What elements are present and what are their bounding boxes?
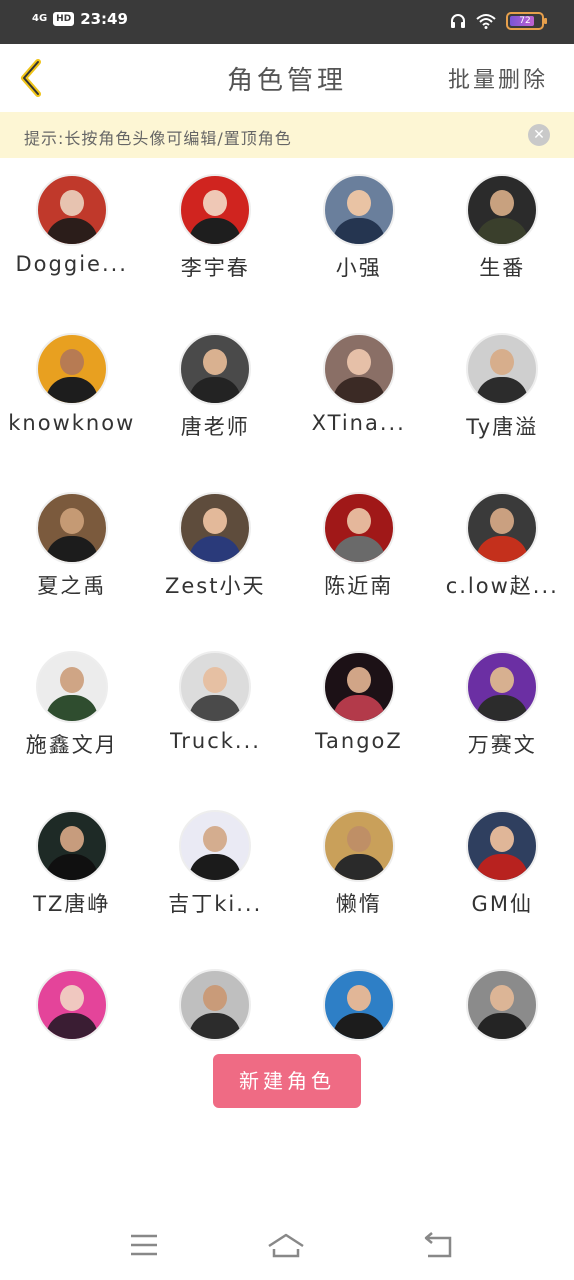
role-item[interactable]: Zest小天 — [144, 492, 288, 651]
role-name: 吉丁ki... — [168, 892, 263, 916]
tip-text: 提示:长按角色头像可编辑/置顶角色 — [24, 129, 292, 148]
avatar[interactable] — [35, 333, 108, 405]
avatar[interactable] — [179, 810, 252, 882]
back-icon[interactable] — [418, 1228, 458, 1262]
role-item[interactable]: Ty唐溢 — [431, 333, 574, 492]
avatar[interactable] — [35, 492, 108, 564]
role-item[interactable]: 唐老师 — [144, 333, 288, 492]
role-name: 施鑫文月 — [25, 733, 118, 757]
new-role-button[interactable]: 新建角色 — [213, 1054, 361, 1108]
role-name: 小强 — [335, 256, 382, 280]
headphones-icon — [451, 14, 465, 28]
hd-badge: HD — [53, 12, 75, 26]
role-item[interactable]: Doggie... — [0, 174, 144, 333]
avatar[interactable] — [322, 174, 395, 246]
role-item[interactable]: 夏之禹 — [0, 492, 144, 651]
avatar[interactable] — [35, 174, 108, 246]
avatar[interactable] — [466, 492, 539, 564]
batch-delete-button[interactable]: 批量删除 — [448, 62, 548, 94]
role-item[interactable]: 施鑫文月 — [0, 651, 144, 810]
avatar[interactable] — [466, 810, 539, 882]
avatar[interactable] — [322, 810, 395, 882]
role-item[interactable]: 小强 — [287, 174, 431, 333]
role-name: c.low赵... — [445, 574, 559, 598]
avatar[interactable] — [466, 651, 539, 723]
role-name: 生番 — [479, 256, 526, 280]
menu-icon[interactable] — [124, 1228, 164, 1262]
role-name: knowknow — [8, 411, 136, 435]
tip-bar: 提示:长按角色头像可编辑/置顶角色 ✕ — [0, 112, 574, 158]
role-name: 李宇春 — [180, 256, 250, 280]
close-icon[interactable]: ✕ — [528, 124, 550, 146]
battery-icon: 72 — [506, 12, 547, 30]
role-name: Zest小天 — [165, 574, 266, 598]
status-right: 72 — [450, 12, 547, 30]
avatar[interactable] — [322, 333, 395, 405]
role-item[interactable]: XTina... — [287, 333, 431, 492]
avatar[interactable] — [466, 174, 539, 246]
role-name: 懒惰 — [335, 892, 382, 916]
avatar[interactable] — [179, 969, 252, 1041]
role-item[interactable]: 万赛文 — [431, 651, 574, 810]
role-item[interactable]: Truck... — [144, 651, 288, 810]
avatar[interactable] — [322, 492, 395, 564]
role-item[interactable] — [287, 969, 431, 1053]
role-item[interactable]: 陈近南 — [287, 492, 431, 651]
avatar[interactable] — [179, 333, 252, 405]
avatar[interactable] — [35, 810, 108, 882]
avatar[interactable] — [35, 651, 108, 723]
avatar[interactable] — [322, 969, 395, 1041]
avatar[interactable] — [35, 969, 108, 1041]
role-item[interactable] — [144, 969, 288, 1053]
role-name: 唐老师 — [180, 415, 250, 439]
role-item[interactable]: 李宇春 — [144, 174, 288, 333]
role-name: Doggie... — [15, 252, 128, 276]
role-item[interactable]: 吉丁ki... — [144, 810, 288, 969]
role-item[interactable]: GM仙 — [431, 810, 574, 969]
role-grid: Doggie... 李宇春 小强 生番 knowknow 唐老师 XTina... Ty唐溢夏… — [0, 158, 574, 1053]
role-item[interactable]: 懒惰 — [287, 810, 431, 969]
role-item[interactable]: TangoZ — [287, 651, 431, 810]
role-name: 陈近南 — [324, 574, 394, 598]
role-name: TZ唐峥 — [33, 892, 111, 916]
role-name: Truck... — [169, 729, 261, 753]
role-item[interactable]: c.low赵... — [431, 492, 574, 651]
role-name: 夏之禹 — [37, 574, 107, 598]
role-name: GM仙 — [471, 892, 533, 916]
network-indicator: 4G — [32, 13, 48, 24]
battery-level: 72 — [519, 16, 531, 26]
status-time: 23:49 — [80, 10, 128, 28]
avatar[interactable] — [466, 333, 539, 405]
role-item[interactable]: TZ唐峥 — [0, 810, 144, 969]
status-left: 4G HD 23:49 — [32, 10, 128, 28]
status-bar: 4G HD 23:49 72 — [0, 0, 574, 44]
system-nav-bar — [0, 1210, 574, 1280]
role-item[interactable]: 生番 — [431, 174, 574, 333]
avatar[interactable] — [179, 492, 252, 564]
avatar[interactable] — [179, 174, 252, 246]
role-name: TangoZ — [314, 729, 403, 753]
avatar[interactable] — [466, 969, 539, 1041]
role-name: Ty唐溢 — [466, 415, 539, 439]
wifi-icon — [476, 14, 496, 29]
home-icon[interactable] — [266, 1228, 306, 1262]
avatar[interactable] — [179, 651, 252, 723]
role-item[interactable]: knowknow — [0, 333, 144, 492]
header: 角色管理 批量删除 — [0, 44, 574, 112]
role-name: 万赛文 — [467, 733, 537, 757]
avatar[interactable] — [322, 651, 395, 723]
role-name: XTina... — [311, 411, 406, 435]
role-item[interactable] — [431, 969, 574, 1053]
role-item[interactable] — [0, 969, 144, 1053]
